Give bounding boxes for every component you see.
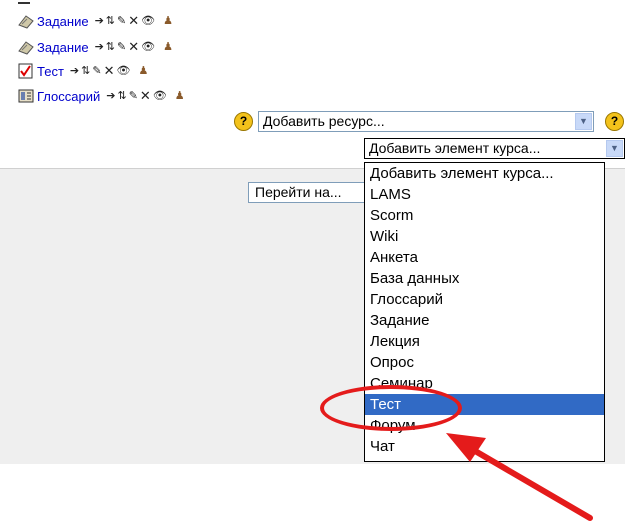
roles-icon[interactable]: ♟: [175, 89, 185, 103]
edit-icon[interactable]: ✎: [129, 89, 138, 103]
activity-row: Глоссарий ➔ ⇅ ✎ ✕ 👁 ♟: [18, 87, 187, 105]
section-edge: [18, 2, 30, 4]
activity-link[interactable]: Тест: [37, 64, 64, 79]
dropdown-option[interactable]: Добавить элемент курса...: [365, 163, 604, 184]
dropdown-option[interactable]: Форум: [365, 415, 604, 436]
dropdown-option[interactable]: Лекция: [365, 331, 604, 352]
activity-link[interactable]: Задание: [37, 40, 89, 55]
move-updown-icon[interactable]: ⇅: [117, 89, 126, 103]
help-icon[interactable]: ?: [234, 112, 253, 131]
move-updown-icon[interactable]: ⇅: [81, 64, 90, 78]
dropdown-option[interactable]: LAMS: [365, 184, 604, 205]
roles-icon[interactable]: ♟: [163, 14, 173, 28]
add-activity-dropdown-list: Добавить элемент курса... LAMS Scorm Wik…: [364, 162, 605, 462]
chevron-down-icon[interactable]: ▼: [575, 113, 592, 130]
glossary-icon: [18, 88, 34, 104]
dropdown-option[interactable]: Опрос: [365, 352, 604, 373]
dropdown-option[interactable]: Семинар: [365, 373, 604, 394]
dropdown-option[interactable]: Задание: [365, 310, 604, 331]
quiz-icon: [18, 63, 34, 79]
chevron-down-icon[interactable]: ▼: [606, 140, 623, 157]
edit-icon[interactable]: ✎: [117, 14, 126, 28]
activity-row: Задание ➔ ⇅ ✎ ✕ 👁 ♟: [18, 38, 175, 56]
dropdown-option[interactable]: Scorm: [365, 205, 604, 226]
hide-icon[interactable]: 👁: [141, 14, 155, 28]
edit-icon[interactable]: ✎: [92, 64, 101, 78]
activity-link[interactable]: Задание: [37, 14, 89, 29]
dropdown-option[interactable]: Анкета: [365, 247, 604, 268]
move-updown-icon[interactable]: ⇅: [106, 40, 115, 54]
jump-to-select[interactable]: Перейти на...: [248, 182, 370, 203]
dropdown-option-selected[interactable]: Тест: [365, 394, 604, 415]
roles-icon[interactable]: ♟: [138, 64, 148, 78]
jump-to-value: Перейти на...: [255, 184, 342, 200]
activity-row: Задание ➔ ⇅ ✎ ✕ 👁 ♟: [18, 12, 175, 30]
delete-icon[interactable]: ✕: [128, 14, 139, 28]
delete-icon[interactable]: ✕: [140, 89, 151, 103]
dropdown-option[interactable]: Глоссарий: [365, 289, 604, 310]
add-activity-value: Добавить элемент курса...: [369, 140, 541, 156]
add-activity-select[interactable]: Добавить элемент курса... ▼: [364, 138, 625, 159]
add-resource-value: Добавить ресурс...: [263, 113, 385, 129]
move-icon[interactable]: ➔: [70, 64, 79, 78]
help-icon[interactable]: ?: [605, 112, 624, 131]
assignment-icon: [18, 13, 34, 29]
roles-icon[interactable]: ♟: [163, 40, 173, 54]
hide-icon[interactable]: 👁: [141, 40, 155, 54]
delete-icon[interactable]: ✕: [104, 64, 115, 78]
dropdown-option[interactable]: База данных: [365, 268, 604, 289]
move-icon[interactable]: ➔: [106, 89, 115, 103]
move-icon[interactable]: ➔: [95, 40, 104, 54]
delete-icon[interactable]: ✕: [128, 40, 139, 54]
move-updown-icon[interactable]: ⇅: [106, 14, 115, 28]
hide-icon[interactable]: 👁: [153, 89, 167, 103]
move-icon[interactable]: ➔: [95, 14, 104, 28]
dropdown-option[interactable]: Чат: [365, 436, 604, 457]
assignment-icon: [18, 39, 34, 55]
add-resource-select[interactable]: Добавить ресурс... ▼: [258, 111, 594, 132]
hide-icon[interactable]: 👁: [116, 64, 130, 78]
edit-icon[interactable]: ✎: [117, 40, 126, 54]
activity-row: Тест ➔ ⇅ ✎ ✕ 👁 ♟: [18, 62, 150, 80]
dropdown-option[interactable]: Wiki: [365, 226, 604, 247]
activity-link[interactable]: Глоссарий: [37, 89, 100, 104]
